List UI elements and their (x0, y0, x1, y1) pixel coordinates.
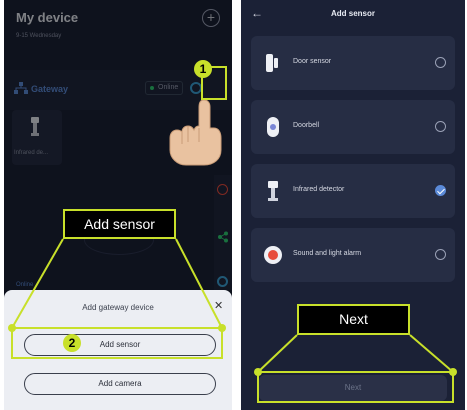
infrared-detector-icon (268, 181, 278, 201)
radio-button[interactable] (435, 57, 446, 68)
pointing-hand-icon (169, 99, 222, 166)
add-camera-button[interactable]: Add camera (24, 373, 216, 395)
sheet-title: Add gateway device (82, 303, 154, 312)
sensor-option-label: Door sensor (293, 58, 332, 65)
add-sensor-button[interactable]: Add sensor (24, 334, 216, 356)
callout-next: Next (297, 304, 410, 335)
sensor-option-infrared[interactable]: Infrared detector (251, 164, 455, 218)
sensor-option-label: Sound and light alarm (293, 250, 362, 257)
step-badge-2: 2 (63, 334, 81, 352)
add-gateway-sheet: Add gateway device ✕ Add sensor Add came… (4, 290, 232, 410)
sensor-option-label: Doorbell (293, 122, 320, 129)
right-phone-screen: ← Add sensor Door sensor Doorbell Infrar… (241, 0, 465, 410)
alarm-icon (264, 246, 282, 264)
close-icon[interactable]: ✕ (214, 299, 223, 312)
next-button[interactable]: Next (259, 375, 447, 401)
doorbell-icon (267, 117, 279, 137)
sensor-option-alarm[interactable]: Sound and light alarm (251, 228, 455, 282)
radio-button[interactable] (435, 249, 446, 260)
step-badge-1: 1 (194, 60, 212, 78)
callout-add-sensor: Add sensor (63, 209, 176, 239)
sensor-option-label: Infrared detector (293, 186, 345, 193)
radio-button-checked[interactable] (435, 185, 446, 196)
sensor-option-doorbell[interactable]: Doorbell (251, 100, 455, 154)
radio-button[interactable] (435, 121, 446, 132)
door-sensor-icon (266, 54, 278, 72)
screen-title: Add sensor (330, 9, 375, 18)
sensor-option-door[interactable]: Door sensor (251, 36, 455, 90)
